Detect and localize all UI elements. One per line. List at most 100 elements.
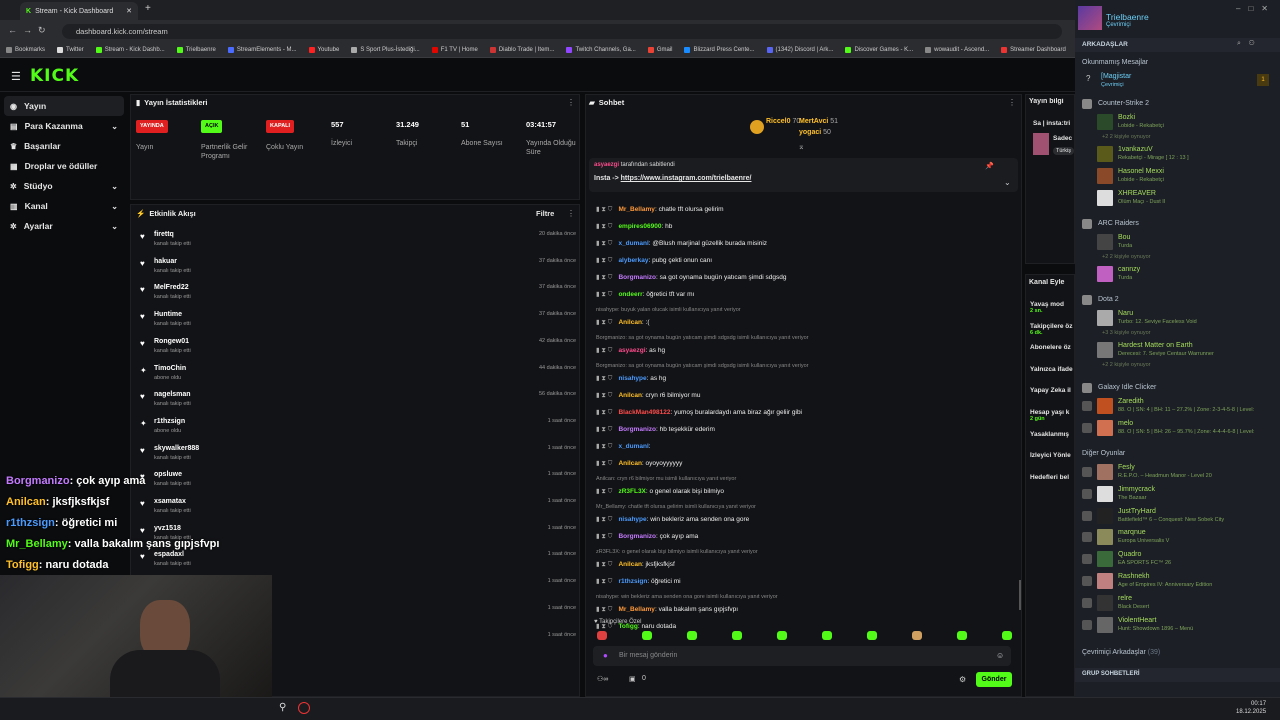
steam-friend[interactable]: Jimmycrack The Bazaar [1097, 485, 1277, 506]
sidebar-item-droplar-ve-ödüller[interactable]: ▦ Droplar ve ödüller [0, 156, 128, 176]
mod-actions-icon[interactable]: ▮ ⧗ ⛉ [596, 460, 612, 467]
bookmark-item[interactable]: Twitter [51, 42, 90, 57]
channel-event-item[interactable]: Yalnızca ifade [1030, 366, 1075, 373]
chest-icon[interactable]: ▣ [629, 675, 636, 683]
emote-icon[interactable] [732, 631, 742, 640]
infinity-icon[interactable]: ⚇∞ [597, 675, 608, 683]
channel-event-item[interactable]: Hesap yaşı k2 gün [1030, 409, 1075, 422]
chat-username[interactable]: Anilcan [618, 392, 641, 399]
send-button[interactable]: Gönder [976, 672, 1012, 687]
url-input[interactable]: dashboard.kick.com/stream [62, 24, 1062, 39]
mod-actions-icon[interactable]: ▮ ⧗ ⛉ [596, 561, 612, 568]
steam-friend[interactable]: relre Black Desert [1097, 594, 1277, 615]
mod-actions-icon[interactable]: ▮ ⧗ ⛉ [596, 443, 612, 450]
bookmark-item[interactable]: Streamer Dashboard [995, 42, 1072, 57]
chat-username[interactable]: nisahype [618, 516, 646, 523]
bookmark-item[interactable]: StreamElements - M... [222, 42, 303, 57]
sidebar-item-yayın[interactable]: ◉ Yayın [4, 96, 124, 116]
kick-logo[interactable]: KICK [30, 66, 79, 86]
chat-settings-icon[interactable]: ⚙ [959, 675, 966, 684]
emote-icon[interactable] [642, 631, 652, 640]
window-controls-icon[interactable]: –□✕ [1236, 4, 1276, 13]
pin-icon[interactable]: 📌 [985, 162, 994, 170]
emote-icon[interactable] [957, 631, 967, 640]
bookmark-item[interactable]: S Sport Plus-İstediği... [345, 42, 425, 57]
emote-icon[interactable] [1002, 631, 1012, 640]
steam-friend[interactable]: Bozki Lobide - Rekabetçi [1097, 114, 1277, 134]
chevron-down-icon[interactable]: ⌄ [111, 122, 118, 131]
steam-avatar[interactable] [1078, 6, 1102, 30]
bookmark-item[interactable]: Youtube [303, 42, 346, 57]
hamburger-menu-icon[interactable]: ☰ [11, 70, 21, 83]
taskbar-app-icon[interactable]: ⚲ [279, 702, 286, 713]
steam-friend[interactable]: melo 88. O | SN: 5 | BH: 26 – 95.7% | Zon… [1097, 420, 1277, 440]
filter-button[interactable]: Filtre [536, 209, 554, 218]
activity-username[interactable]: skywalker888 [154, 445, 199, 452]
chat-username[interactable]: ondeerr [618, 291, 642, 298]
bookmark-item[interactable]: Stream - Kick Dashb... [90, 42, 171, 57]
mod-actions-icon[interactable]: ▮ ⧗ ⛉ [596, 240, 612, 247]
sidebar-item-stüdyo[interactable]: ✲ Stüdyo ⌄ [0, 176, 128, 196]
mod-actions-icon[interactable]: ▮ ⧗ ⛉ [596, 291, 612, 298]
chat-username[interactable]: x_dumanl [618, 240, 648, 247]
channel-event-item[interactable]: Abonelere öz [1030, 344, 1075, 351]
steam-friend[interactable]: Hardest Matter on Earth Derecesi: 7. Sevi… [1097, 342, 1277, 362]
pinned-link[interactable]: https://www.instagram.com/trielbaenre/ [621, 175, 752, 182]
mod-actions-icon[interactable]: ▮ ⧗ ⛉ [596, 488, 612, 495]
pinned-expand-icon[interactable]: ⌄ [1004, 178, 1011, 187]
steam-friend[interactable]: cannzy Turda [1097, 266, 1277, 286]
mod-actions-icon[interactable]: ▮ ⧗ ⛉ [596, 533, 612, 540]
mod-actions-icon[interactable]: ▮ ⧗ ⛉ [596, 375, 612, 382]
chat-username[interactable]: nisahype [618, 375, 646, 382]
steam-friend[interactable]: JustTryHard Battlefield™ 6 – Conquest: Ne… [1097, 507, 1277, 528]
bookmark-item[interactable]: Diablo Trade | Item... [484, 42, 561, 57]
chevron-down-icon[interactable]: ⌄ [111, 202, 118, 211]
mod-actions-icon[interactable]: ▮ ⧗ ⛉ [596, 578, 612, 585]
chevron-down-icon[interactable]: ⌄ [111, 222, 118, 231]
mod-actions-icon[interactable]: ▮ ⧗ ⛉ [596, 516, 612, 523]
chat-username[interactable]: empires06900 [618, 223, 661, 230]
chat-username[interactable]: Borgmanizo [618, 533, 656, 540]
chat-username[interactable]: Anilcan [618, 319, 641, 326]
steam-friend[interactable]: XHREAVER Ölüm Maçı - Dust II [1097, 190, 1277, 210]
new-tab-icon[interactable]: + [145, 3, 151, 14]
chat-username[interactable]: zR3FL3X [618, 488, 645, 495]
activity-username[interactable]: TimoChin [154, 365, 186, 372]
collapse-icon[interactable]: ⌅ [798, 142, 805, 151]
mod-actions-icon[interactable]: ▮ ⧗ ⛉ [596, 409, 612, 416]
mod-actions-icon[interactable]: ▮ ⧗ ⛉ [596, 206, 612, 213]
chat-username[interactable]: Mr_Bellamy [618, 206, 655, 213]
mod-actions-icon[interactable]: ▮ ⧗ ⛉ [596, 347, 612, 354]
chat-username[interactable]: asyaezgi [618, 347, 645, 354]
chat-username[interactable]: Borgmanizo [618, 274, 656, 281]
chat-username[interactable]: Mr_Bellamy [618, 606, 655, 613]
channel-event-item[interactable]: Takipçilere öz 6 dk. [1030, 323, 1075, 336]
unread-friend[interactable]: [Magjistar [1101, 73, 1131, 80]
emote-icon[interactable] [687, 631, 697, 640]
activity-username[interactable]: Rongew01 [154, 338, 189, 345]
channel-event-item[interactable]: Hedefleri bel [1030, 474, 1075, 481]
emote-icon[interactable] [867, 631, 877, 640]
stats-menu-icon[interactable]: ⋮ [567, 98, 575, 107]
emoji-icon[interactable]: ☺ [996, 651, 1004, 660]
mod-actions-icon[interactable]: ▮ ⧗ ⛉ [596, 319, 612, 326]
bookmark-item[interactable]: Trielbaenre [171, 42, 222, 57]
channel-event-item[interactable]: Yavaş mod 2 sn. [1030, 301, 1075, 314]
top-gifter[interactable]: MertAvci 51 [799, 118, 838, 125]
steam-friend[interactable]: Hasonel Mexxi Lobide - Rekabetçi [1097, 168, 1277, 188]
sidebar-item-ayarlar[interactable]: ✲ Ayarlar ⌄ [0, 216, 128, 236]
top-gifter[interactable]: yogaci 50 [799, 129, 831, 136]
channel-event-item[interactable]: İzleyici Yönle [1030, 452, 1075, 459]
steam-friend[interactable]: marqnue Europa Universalis V [1097, 529, 1277, 549]
steam-friend[interactable]: 1vankazuV Rekabetçi - Mirage [ 12 : 13 ] [1097, 146, 1277, 166]
activity-username[interactable]: nagelsman [154, 391, 191, 398]
chat-username[interactable]: BlackMan498122 [618, 409, 670, 416]
browser-tab[interactable]: K Stream - Kick Dashboard ✕ [20, 2, 138, 20]
close-tab-icon[interactable]: ✕ [126, 7, 132, 15]
activity-menu-icon[interactable]: ⋮ [567, 209, 575, 218]
steam-username[interactable]: Trielbaenre [1106, 12, 1149, 22]
chevron-down-icon[interactable]: ⌄ [111, 182, 118, 191]
nav-arrows-icon[interactable]: ←→↻ [8, 25, 52, 36]
activity-username[interactable]: r1thzsign [154, 418, 185, 425]
channel-event-item[interactable]: Yapay Zeka il [1030, 387, 1075, 394]
